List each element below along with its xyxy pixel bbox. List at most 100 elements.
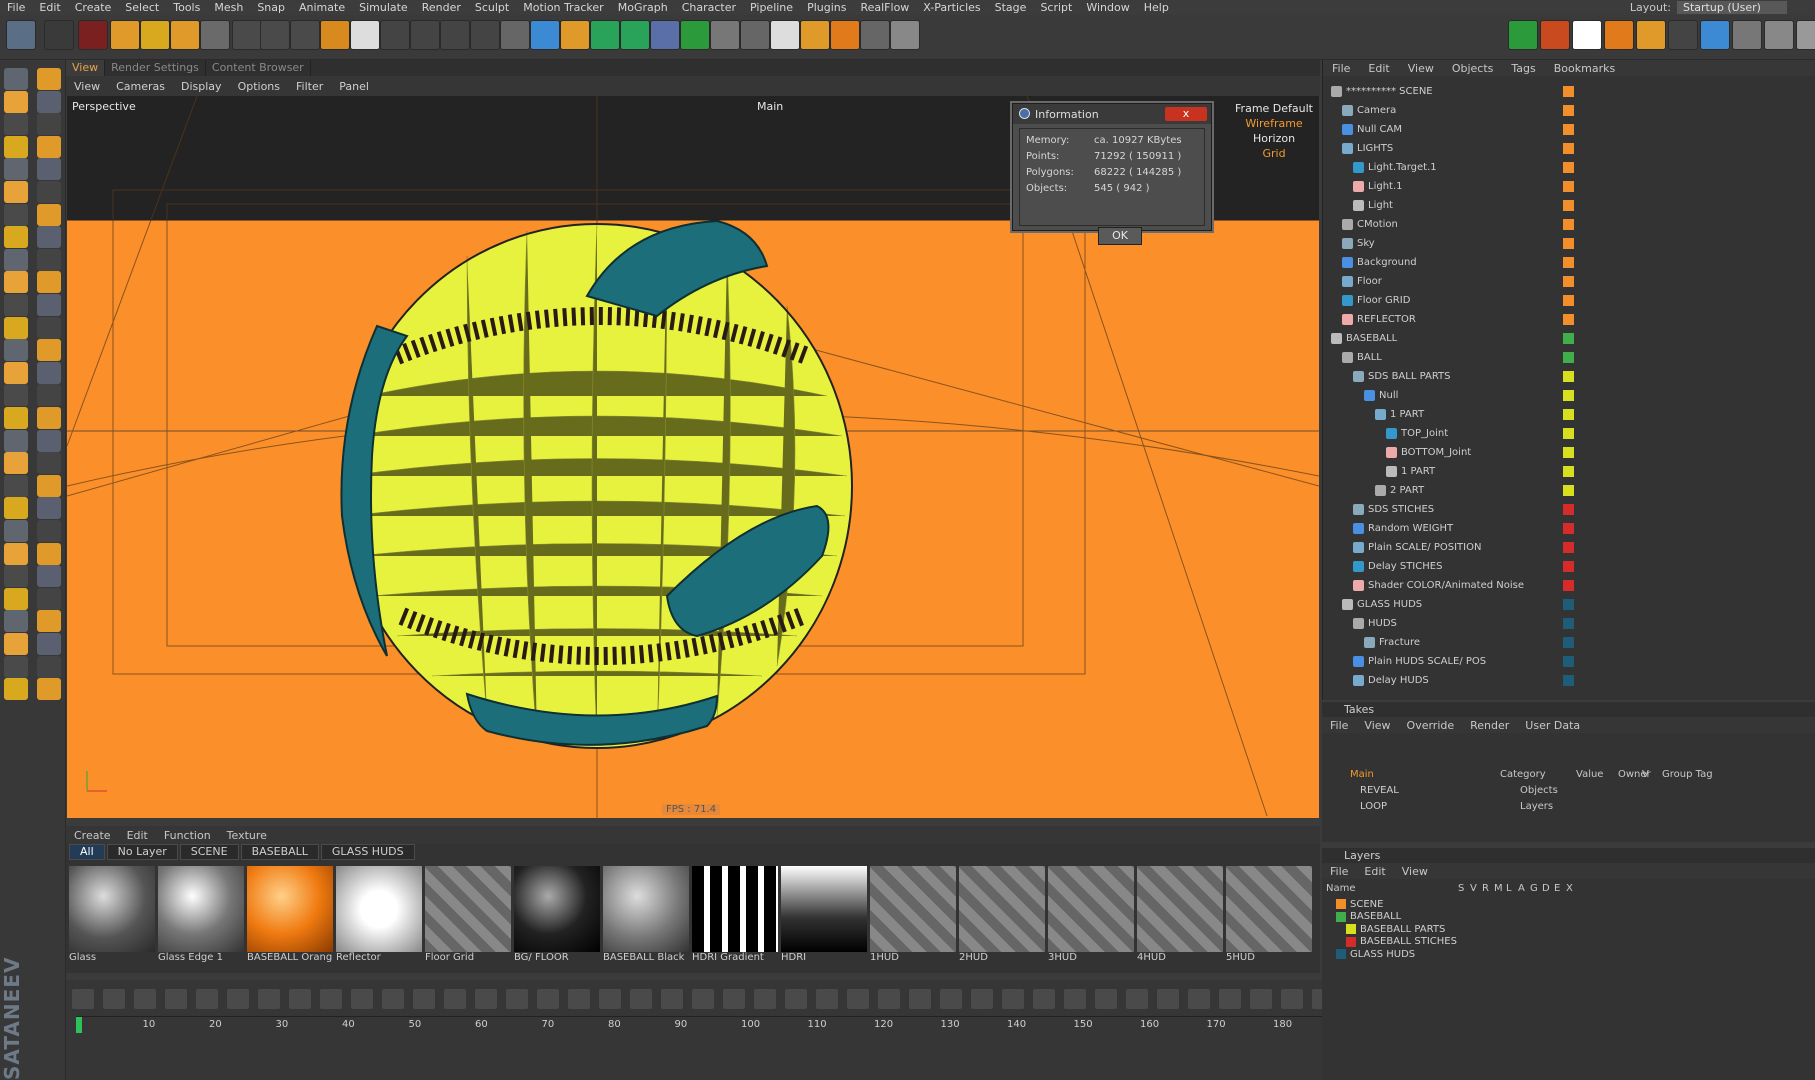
object-row[interactable]: BOTTOM_Joint [1323,443,1815,462]
render-settings-icon[interactable] [410,20,440,50]
material-tab-all[interactable]: All [69,844,105,860]
material-item[interactable]: Reflector [336,866,422,964]
menu-sculpt[interactable]: Sculpt [468,1,516,14]
left-tool-b1-icon[interactable] [37,68,61,90]
left-tool-18-icon[interactable] [4,452,28,475]
layers-menu-edit[interactable]: Edit [1356,865,1393,878]
menu-mograph[interactable]: MoGraph [611,1,675,14]
environment-icon[interactable] [650,20,680,50]
left-tool-b9-icon[interactable] [37,248,61,271]
tab-content-browser[interactable]: Content Browser [206,60,311,76]
objects-menu-objects[interactable]: Objects [1443,62,1503,75]
material-item[interactable]: 3HUD [1048,866,1134,964]
material-item[interactable]: 4HUD [1137,866,1223,964]
left-tool-23-icon[interactable] [4,565,28,588]
object-row[interactable]: 2 PART [1323,481,1815,500]
menu-help[interactable]: Help [1137,1,1176,14]
left-tool-b2-icon[interactable] [37,90,61,113]
menu-character[interactable]: Character [675,1,743,14]
dialog-titlebar[interactable]: Information x [1013,104,1211,124]
world-icon[interactable] [320,20,350,50]
object-row[interactable]: Floor GRID [1323,291,1815,310]
menu-simulate[interactable]: Simulate [352,1,415,14]
left-tool-19-icon[interactable] [4,474,28,497]
object-row[interactable]: CMotion [1323,215,1815,234]
close-button[interactable]: x [1165,107,1207,121]
material-menu-create[interactable]: Create [66,829,119,842]
anim-tool-10-icon[interactable] [351,989,373,1009]
object-row[interactable]: Null [1323,386,1815,405]
plugin-7-icon[interactable] [1700,20,1730,50]
object-row[interactable]: Delay STICHES [1323,557,1815,576]
left-tool-b24-icon[interactable] [37,587,61,610]
left-tool-b7-icon[interactable] [37,203,61,226]
anim-tool-13-icon[interactable] [444,989,466,1009]
left-tool-9-icon[interactable] [4,248,28,271]
script-icon[interactable] [890,20,920,50]
object-row[interactable]: Plain SCALE/ POSITION [1323,538,1815,557]
left-tool-b19-icon[interactable] [37,474,61,497]
object-row[interactable]: Plain HUDS SCALE/ POS [1323,652,1815,671]
playhead[interactable] [76,1017,82,1033]
left-tool-b16-icon[interactable] [37,407,61,429]
left-tool-b25-icon[interactable] [37,610,61,633]
material-item[interactable]: BASEBALL Black [603,866,689,964]
takes-menu-override[interactable]: Override [1399,719,1463,732]
material-item[interactable]: Glass [69,866,155,964]
anim-tool-25-icon[interactable] [816,989,838,1009]
anim-tool-38-icon[interactable] [1219,989,1241,1009]
snap-icon[interactable] [800,20,830,50]
material-item[interactable]: HDRI Gradient [692,866,778,964]
plugin-1-icon[interactable] [1508,20,1538,50]
render-icon[interactable] [380,20,410,50]
take-row[interactable]: Main [1350,769,1374,780]
object-row[interactable]: SDS STICHES [1323,500,1815,519]
anim-tool-8-icon[interactable] [289,989,311,1009]
material-tab-baseball[interactable]: BASEBALL [240,844,319,860]
left-tool-4-icon[interactable] [4,135,28,158]
anim-tool-24-icon[interactable] [785,989,807,1009]
anim-tool-30-icon[interactable] [971,989,993,1009]
plugin-4-icon[interactable] [1604,20,1634,50]
ok-button[interactable]: OK [1098,227,1142,245]
takes-menu-view[interactable]: View [1356,719,1398,732]
left-tool-b10-icon[interactable] [37,271,61,294]
left-tool-3-icon[interactable] [4,113,28,136]
left-tool-5-icon[interactable] [4,158,28,181]
anim-tool-40-icon[interactable] [1281,989,1303,1009]
anim-tool-2-icon[interactable] [103,989,125,1009]
layers-menu-file[interactable]: File [1322,865,1356,878]
menu-mesh[interactable]: Mesh [207,1,250,14]
object-row[interactable]: Light.Target.1 [1323,158,1815,177]
object-row[interactable]: Light.1 [1323,177,1815,196]
make-preview-icon[interactable] [440,20,470,50]
left-tool-b26-icon[interactable] [37,633,61,655]
shortcut-icon[interactable] [470,20,500,50]
menu-tools[interactable]: Tools [166,1,207,14]
material-tab-glass-huds[interactable]: GLASS HUDS [320,844,415,860]
left-tool-17-icon[interactable] [4,429,28,452]
menu-file[interactable]: File [0,1,32,14]
floor-icon[interactable] [680,20,710,50]
anim-tool-32-icon[interactable] [1033,989,1055,1009]
object-row[interactable]: Fracture [1323,633,1815,652]
deformer-icon[interactable] [620,20,650,50]
cube-icon[interactable] [500,20,530,50]
object-row[interactable]: Camera [1323,101,1815,120]
left-tool-b23-icon[interactable] [37,565,61,588]
left-tool-b20-icon[interactable] [37,497,61,520]
left-tool-b18-icon[interactable] [37,452,61,475]
takes-category[interactable]: Objects [1520,785,1558,796]
anim-tool-7-icon[interactable] [258,989,280,1009]
viewport-menu-cameras[interactable]: Cameras [108,80,173,93]
menu-motion-tracker[interactable]: Motion Tracker [516,1,610,14]
live-select-icon[interactable] [170,20,200,50]
render-view-icon[interactable] [350,20,380,50]
object-row[interactable]: Null CAM [1323,120,1815,139]
viewport-menu-filter[interactable]: Filter [288,80,331,93]
cloner-icon[interactable] [590,20,620,50]
tab-render-settings[interactable]: Render Settings [105,60,206,76]
layer-row[interactable]: GLASS HUDS [1324,947,1814,961]
anim-tool-37-icon[interactable] [1188,989,1210,1009]
material-tab-no-layer[interactable]: No Layer [106,844,178,860]
